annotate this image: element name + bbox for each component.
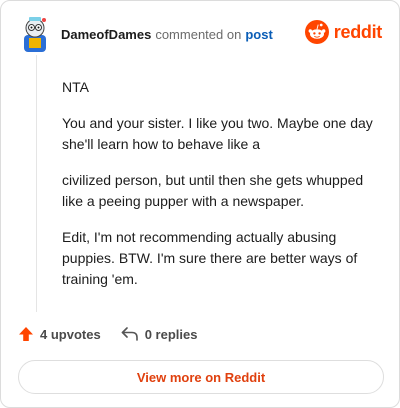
comment-paragraph: NTA (62, 79, 89, 95)
comment-body: NTA You and your sister. I like you two.… (62, 77, 382, 305)
comment-meta: DameofDames commented on post (61, 27, 273, 42)
embedded-comment-card: DameofDames commented on post reddit NTA… (0, 0, 400, 408)
upvote-stat[interactable]: 4 upvotes (18, 326, 101, 342)
reply-stat[interactable]: 0 replies (121, 326, 198, 342)
post-link[interactable]: post (245, 27, 272, 42)
comment-footer: 4 upvotes 0 replies (18, 326, 197, 342)
comment-paragraph: civilized person, but until then she get… (62, 172, 364, 209)
reddit-wordmark: reddit (333, 21, 383, 42)
upvote-arrow-icon (19, 327, 33, 341)
reddit-snoo-icon (304, 20, 329, 44)
reddit-brand[interactable]: reddit (304, 20, 383, 44)
reply-arrow-icon (121, 327, 138, 341)
comment-header: DameofDames commented on post (20, 15, 273, 53)
reply-count: 0 replies (144, 326, 198, 342)
thread-line (36, 55, 37, 312)
avatar-icon[interactable] (20, 15, 50, 53)
upvote-count: 4 upvotes (40, 326, 101, 342)
username-link[interactable]: DameofDames (61, 27, 151, 42)
comment-paragraph: You and your sister. I like you two. May… (62, 115, 373, 152)
action-text: commented on (155, 26, 242, 42)
view-more-button[interactable]: View more on Reddit (18, 360, 384, 394)
comment-paragraph: Edit, I'm not recommending actually abus… (62, 229, 358, 287)
